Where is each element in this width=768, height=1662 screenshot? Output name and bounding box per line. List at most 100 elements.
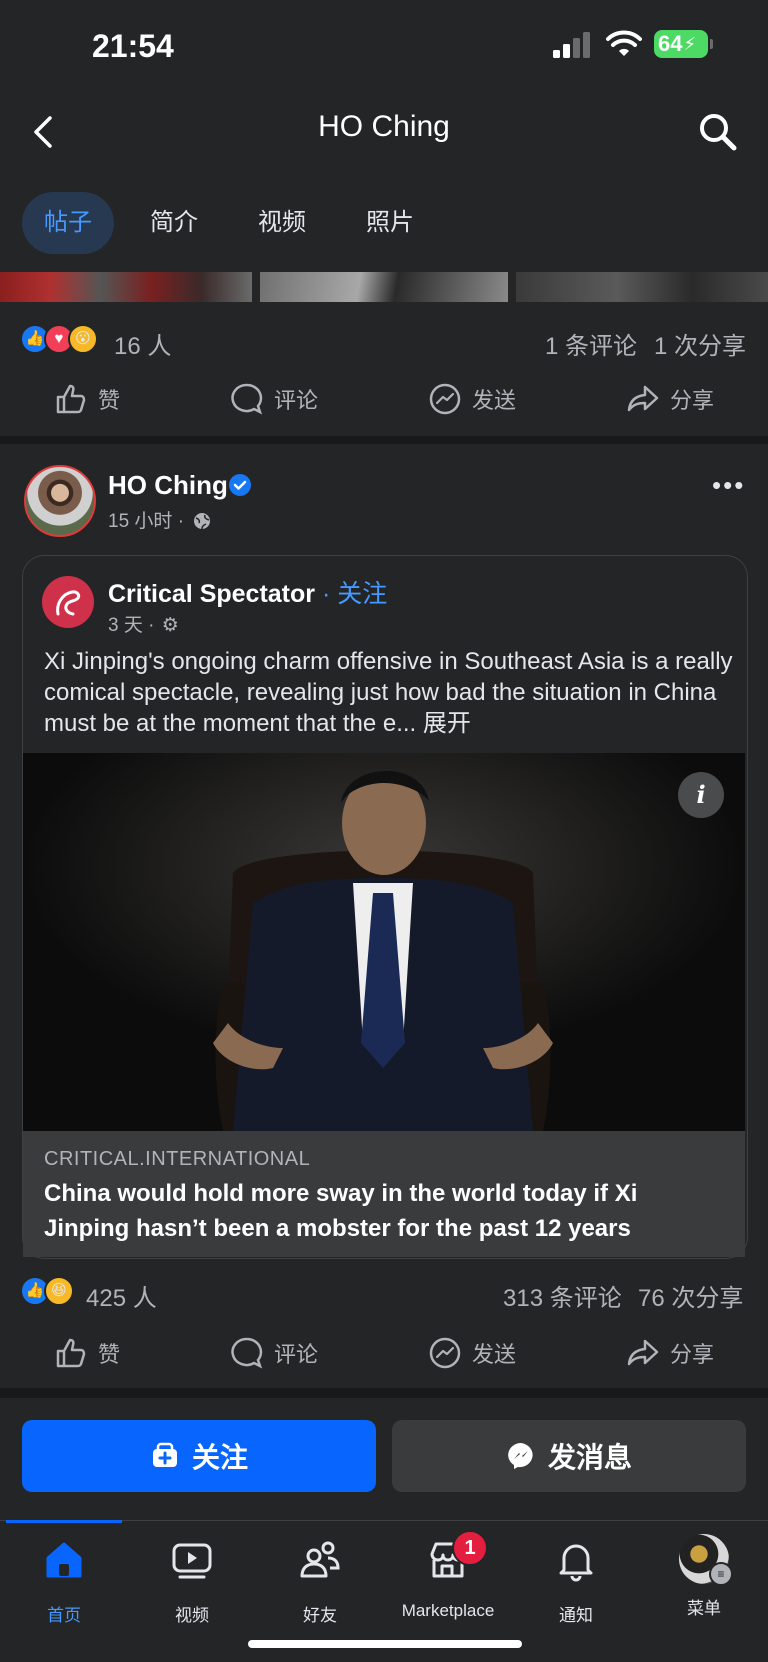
nav-marketplace[interactable]: Marketplace	[384, 1538, 512, 1621]
page-title: HO Ching	[318, 110, 450, 143]
nav-friends-label: 好友	[303, 1606, 337, 1625]
section-divider	[0, 1388, 768, 1398]
verified-badge-icon	[229, 474, 251, 496]
send-label: 发送	[472, 388, 517, 413]
messenger-icon	[429, 1337, 461, 1369]
post-reaction-icons[interactable]: 👍 😆	[20, 1276, 74, 1306]
more-options-icon[interactable]: •••	[712, 470, 745, 501]
nav-home[interactable]: 首页	[0, 1538, 128, 1626]
post-body: Xi Jinping's ongoing charm offensive in …	[44, 648, 733, 737]
home-indicator	[248, 1640, 522, 1648]
send-label: 发送	[472, 1342, 517, 1367]
nav-notifications[interactable]: 通知	[512, 1538, 640, 1626]
send-button[interactable]: 发送	[428, 382, 516, 416]
menu-icon: ≡	[709, 1562, 733, 1586]
like-label: 赞	[98, 1342, 121, 1367]
messenger-icon	[429, 383, 461, 415]
follow-link[interactable]: · 关注	[322, 580, 387, 608]
tab-photos[interactable]: 照片	[366, 192, 414, 254]
post-timestamp[interactable]: 15 小时 ·	[108, 506, 211, 533]
link-title[interactable]: China would hold more sway in the world …	[44, 1176, 724, 1246]
friends-icon	[300, 1541, 340, 1578]
post-send-button[interactable]: 发送	[428, 1336, 516, 1370]
post-divider	[0, 436, 768, 444]
video-icon	[172, 1543, 212, 1579]
comment-icon	[231, 383, 263, 415]
shared-page-title: Critical Spectator	[108, 580, 316, 608]
search-icon[interactable]	[696, 110, 740, 154]
message-button[interactable]: 发消息	[392, 1420, 746, 1492]
prev-post-photo-2[interactable]	[260, 272, 508, 302]
tab-posts[interactable]: 帖子	[22, 192, 114, 254]
see-more-link[interactable]: 展开	[423, 710, 471, 737]
portrait-illustration	[23, 753, 745, 1131]
menu-avatar: ≡	[679, 1534, 733, 1586]
active-tab-indicator	[6, 1520, 122, 1523]
post-comment-count[interactable]: 313 条评论	[503, 1278, 622, 1313]
comment-button[interactable]: 评论	[230, 382, 318, 416]
post-time-text: 15 小时 ·	[108, 511, 185, 532]
link-domain: CRITICAL.INTERNATIONAL	[44, 1148, 311, 1170]
nav-friends[interactable]: 好友	[256, 1538, 384, 1626]
notification-badge: 1	[452, 1530, 488, 1566]
shared-post-timestamp[interactable]: 3 天 · ⚙	[108, 610, 179, 637]
post-like-button[interactable]: 赞	[54, 1336, 120, 1370]
bell-icon	[559, 1544, 593, 1582]
signal-icon	[553, 32, 590, 58]
follow-label: 关注	[191, 1442, 248, 1473]
follow-icon	[152, 1442, 177, 1467]
charging-icon: ⚡	[683, 33, 697, 54]
settings-icon: ⚙	[161, 615, 179, 636]
status-time: 21:54	[92, 28, 174, 64]
messenger-icon	[508, 1443, 533, 1469]
wifi-icon	[606, 30, 642, 56]
wow-reaction-icon: 😮	[68, 324, 98, 354]
tab-videos[interactable]: 视频	[258, 192, 306, 254]
shared-time-text: 3 天 ·	[108, 615, 155, 636]
nav-video-label: 视频	[175, 1606, 209, 1625]
share-count[interactable]: 1 次分享	[654, 326, 746, 361]
thumbs-up-icon	[56, 384, 86, 414]
battery-level: 64	[658, 31, 683, 56]
reaction-count[interactable]: 16 人	[114, 326, 171, 361]
follow-button[interactable]: 关注	[22, 1420, 376, 1492]
nav-notifications-label: 通知	[559, 1606, 593, 1625]
post-share-count[interactable]: 76 次分享	[638, 1278, 743, 1313]
post-comment-button[interactable]: 评论	[230, 1336, 318, 1370]
post-reaction-count[interactable]: 425 人	[86, 1278, 157, 1313]
share-icon	[627, 1339, 659, 1366]
comment-label: 评论	[274, 388, 319, 413]
post-author[interactable]: HO Ching	[108, 470, 228, 501]
share-label: 分享	[670, 388, 715, 413]
link-preview-image[interactable]	[23, 753, 745, 1131]
shared-page-name[interactable]: Critical Spectator · 关注	[108, 574, 387, 610]
comment-count[interactable]: 1 条评论	[545, 326, 637, 361]
thumbs-up-icon	[56, 1338, 86, 1368]
tab-about[interactable]: 简介	[150, 192, 198, 254]
post-share-button[interactable]: 分享	[626, 1336, 714, 1370]
nav-home-label: 首页	[47, 1606, 81, 1625]
like-button[interactable]: 赞	[54, 382, 120, 416]
share-label: 分享	[670, 1342, 715, 1367]
share-icon	[627, 385, 659, 412]
critical-spectator-logo[interactable]	[42, 576, 94, 628]
globe-icon	[194, 513, 211, 530]
reaction-icons[interactable]: 👍 ♥ 😮	[20, 324, 98, 354]
page-logo-icon	[56, 590, 81, 616]
prev-post-photo-3[interactable]	[516, 272, 768, 302]
comment-icon	[231, 1337, 263, 1369]
haha-reaction-icon: 😆	[44, 1276, 74, 1306]
share-button[interactable]: 分享	[626, 382, 714, 416]
nav-menu[interactable]: ≡ 菜单	[640, 1534, 768, 1619]
comment-label: 评论	[274, 1342, 319, 1367]
nav-menu-label: 菜单	[687, 1599, 721, 1618]
battery-indicator: 64 ⚡	[654, 30, 713, 58]
info-icon[interactable]: i	[678, 772, 724, 818]
nav-video[interactable]: 视频	[128, 1538, 256, 1626]
home-icon	[46, 1542, 82, 1578]
message-label: 发消息	[547, 1442, 632, 1473]
shared-post-text: Xi Jinping's ongoing charm offensive in …	[44, 646, 734, 739]
like-label: 赞	[98, 388, 121, 413]
prev-post-photo-1[interactable]	[0, 272, 252, 302]
author-avatar[interactable]	[24, 465, 96, 537]
